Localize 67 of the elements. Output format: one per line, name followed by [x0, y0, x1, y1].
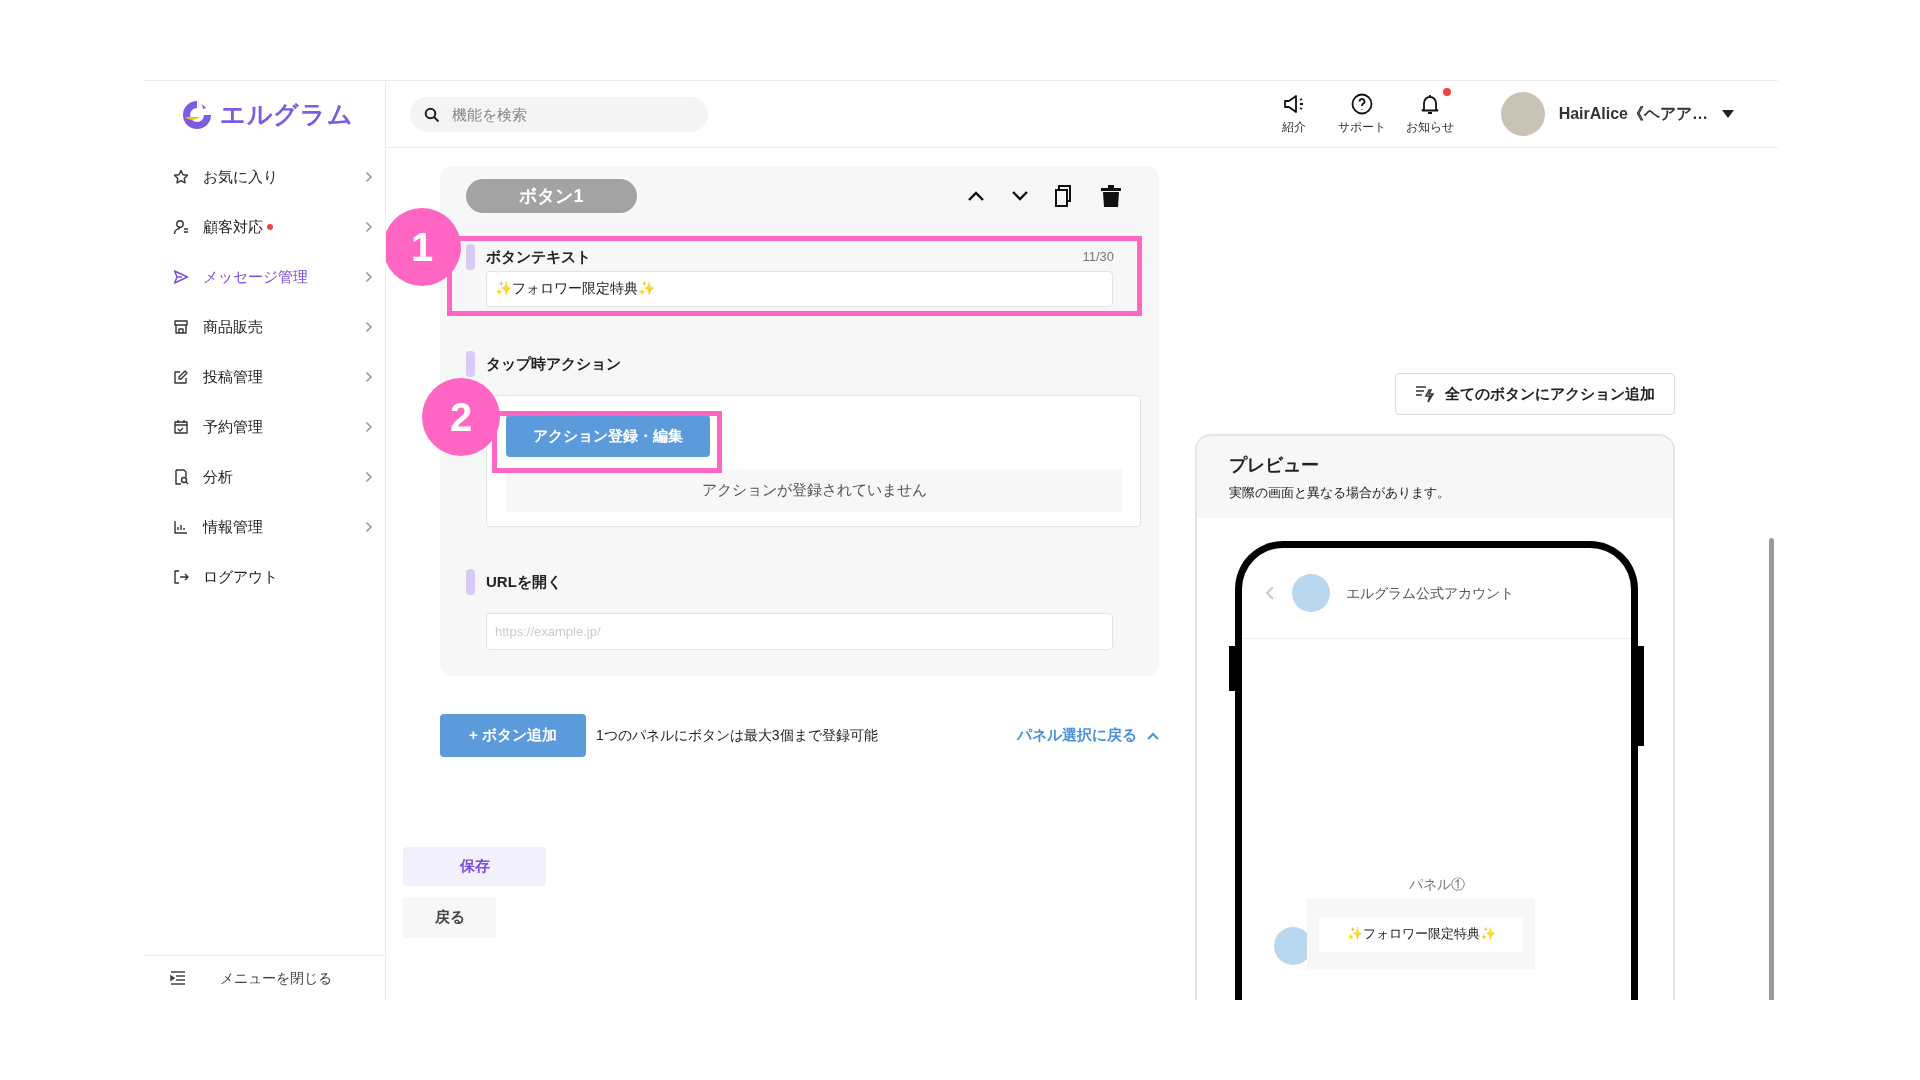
scrollbar[interactable] [1769, 538, 1774, 1000]
account-name: エルグラム公式アカウント [1346, 583, 1514, 603]
edit-icon [173, 369, 189, 385]
document-search-icon [173, 469, 189, 485]
sidebar-item[interactable]: メッセージ管理 [143, 252, 385, 302]
header-link[interactable]: 紹介 [1266, 92, 1321, 136]
trash-icon[interactable] [1101, 185, 1121, 207]
chevron-up-icon[interactable] [967, 190, 985, 202]
chevron-right-icon [365, 421, 373, 433]
account-name[interactable]: HairAlice《ヘアア… [1558, 102, 1708, 126]
character-counter: 11/30 [1082, 248, 1114, 267]
message-button[interactable]: ✨フォロワー限定特典✨ [1319, 916, 1523, 952]
menu-collapse-icon[interactable] [170, 971, 186, 985]
person-icon [173, 219, 189, 235]
button-text-field[interactable]: ✨フォロワー限定特典✨ [486, 271, 1113, 307]
chevron-down-icon[interactable] [1011, 190, 1029, 202]
sidebar-item[interactable]: 分析 [143, 452, 385, 502]
empty-action-message: アクションが登録されていません [506, 469, 1122, 512]
sidebar-item[interactable]: 予約管理 [143, 402, 385, 452]
caret-icon[interactable] [1722, 110, 1734, 118]
preview-title: プレビュー [1229, 454, 1320, 477]
section-marker [466, 569, 475, 595]
star-icon [173, 169, 189, 185]
collapse-menu-link[interactable]: メニューを閉じる [220, 967, 332, 989]
logo-text: エルグラム [220, 98, 354, 130]
header-link[interactable]: お知らせ [1402, 92, 1457, 136]
back-button[interactable]: 戻る [403, 897, 496, 938]
sidebar-item[interactable]: 投稿管理 [143, 352, 385, 402]
bar-chart-icon [173, 519, 189, 535]
calendar-icon [173, 419, 189, 435]
header-link[interactable]: サポート [1334, 92, 1389, 136]
store-icon [173, 319, 189, 335]
help-icon [1349, 92, 1374, 116]
step-number-badge: 1 [386, 208, 461, 286]
field-label: URLを開く [486, 571, 562, 592]
section-marker [466, 351, 475, 377]
chevron-right-icon [365, 171, 373, 183]
step-number-badge: 2 [422, 378, 500, 456]
limit-note: 1つのパネルにボタンは最大3個まで登録可能 [596, 726, 878, 745]
button-name-pill: ボタン1 [466, 179, 637, 213]
preview-note: 実際の画面と異なる場合があります。 [1229, 484, 1451, 502]
field-label: ボタンテキスト [486, 246, 591, 267]
megaphone-icon [1281, 92, 1306, 116]
sidebar-item[interactable]: お気に入り [143, 152, 385, 202]
panel-label: パネル① [1408, 875, 1465, 894]
add-action-all-button[interactable]: 全てのボタンにアクション追加 [1395, 373, 1675, 415]
sidebar-item[interactable]: 顧客対応 [143, 202, 385, 252]
sidebar-item[interactable]: 情報管理 [143, 502, 385, 552]
sidebar-item[interactable]: 商品販売 [143, 302, 385, 352]
chevron-right-icon [365, 221, 373, 233]
list-lightning-icon [1415, 385, 1435, 403]
chevron-up-icon [1147, 731, 1159, 740]
back-chevron-icon [1266, 586, 1274, 600]
avatar-placeholder [1292, 574, 1330, 612]
chevron-right-icon [365, 471, 373, 483]
save-button[interactable]: 保存 [403, 847, 546, 886]
section-marker [466, 244, 475, 270]
send-icon [173, 269, 189, 285]
chevron-right-icon [365, 271, 373, 283]
chevron-right-icon [365, 521, 373, 533]
search-field[interactable]: 機能を検索 [410, 96, 708, 132]
logout-icon [173, 569, 189, 585]
chevron-right-icon [365, 371, 373, 383]
chevron-right-icon [365, 321, 373, 333]
field-label: タップ時アクション [486, 353, 621, 374]
search-icon [424, 106, 440, 123]
sidebar-item[interactable]: ログアウト [143, 552, 385, 602]
